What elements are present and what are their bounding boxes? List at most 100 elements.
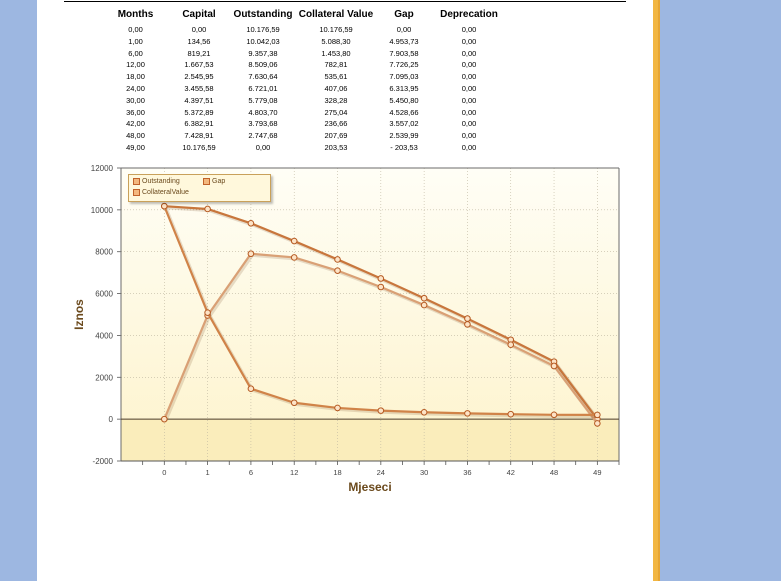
data-point-gap: [464, 321, 471, 328]
legend-label-gap: Gap: [212, 178, 226, 185]
data-point-collateral-value: [247, 385, 255, 393]
data-point-collateral-value: [420, 408, 428, 416]
table-cell: 8.509,06: [248, 60, 278, 70]
x-tick-label: 24: [377, 468, 385, 477]
table-cell: 6.313,95: [389, 83, 419, 93]
col-header-outstanding: Outstanding: [233, 8, 293, 20]
x-tick-label: 49: [593, 468, 601, 477]
table-cell: 203,53: [324, 142, 348, 152]
table-cell: 4.397,51: [184, 95, 214, 105]
x-tick-label: 12: [290, 468, 298, 477]
page-border-shadow: [658, 0, 660, 581]
y-tick-label: 6000: [95, 290, 113, 299]
table-cell: 9.357,38: [248, 48, 278, 58]
table-cell: 0,00: [461, 131, 477, 141]
x-tick-label: 30: [420, 468, 428, 477]
legend-item-collateral-value: CollateralValue: [133, 189, 189, 196]
x-axis-title: Mjeseci: [348, 480, 391, 494]
data-point-gap: [334, 267, 341, 274]
table-cell: 0,00: [461, 95, 477, 105]
table-cell: 18,00: [126, 72, 145, 82]
table-row: 49,00 10.176,59 0,00 203,53 - 203,53 0,00: [102, 142, 505, 154]
data-point-outstanding: [420, 294, 428, 302]
table-cell: 36,00: [126, 107, 145, 117]
table-cell: 328,28: [324, 95, 348, 105]
table-cell: 5.450,80: [389, 95, 419, 105]
line-chart: 12000 10000 8000 6000 4000 2000 0 -2000 0 1 6 12 18 2…: [72, 164, 620, 494]
table-cell: 7.726,25: [389, 60, 419, 70]
x-tick-label: 18: [333, 468, 341, 477]
y-tick-label: 4000: [95, 331, 113, 340]
x-tick-label: 48: [550, 468, 558, 477]
table-cell: 10.042,03: [246, 36, 280, 46]
table-row: 30,00 4.397,51 5.779,08 328,28 5.450,80 0,00: [102, 95, 505, 107]
data-point-gap: [420, 301, 428, 309]
table-row: 36,00 5.372,89 4.803,70 275,04 4.528,66 0,00: [102, 107, 505, 119]
data-point-gap: [247, 250, 255, 258]
table-row: 48,00 7.428,91 2.747,68 207,69 2.539,99 0,00: [102, 130, 505, 142]
table-cell: 3.793,68: [248, 119, 278, 129]
table-cell: 7.428,91: [184, 131, 214, 141]
table-cell: 535,61: [324, 72, 348, 82]
legend-label-outstanding: Outstanding: [142, 178, 180, 185]
y-tick-label: 0: [109, 415, 114, 424]
table-cell: 10.176,59: [182, 142, 216, 152]
table-row: 6,00 819,21 9.357,38 1.453,80 7.903,58 0,00: [102, 48, 505, 60]
table-cell: - 203,53: [390, 142, 418, 152]
table-cell: 3.557,02: [389, 119, 419, 129]
table-cell: 0,00: [461, 25, 477, 34]
legend-label-collateral-value: CollateralValue: [142, 189, 189, 196]
table-row: 42,00 6.382,91 3.793,68 236,66 3.557,02 0,00: [102, 118, 505, 130]
table-cell: 10.176,59: [319, 25, 353, 34]
negative-region: [121, 419, 619, 461]
data-point-gap: [507, 341, 515, 348]
table-cell: 2.545,95: [184, 72, 214, 82]
data-point-collateral-value: [550, 411, 558, 419]
table-cell: 7.095,03: [389, 72, 419, 82]
x-tick-label: 0: [162, 468, 166, 477]
table-row: 24,00 3.455,58 6.721,01 407,06 6.313,95 0,00: [102, 83, 505, 95]
legend-swatch-outstanding: [133, 178, 140, 185]
chart-legend: Outstanding Gap CollateralValue: [128, 174, 271, 202]
table-cell: 275,04: [324, 107, 348, 117]
table-cell: 0,00: [255, 142, 271, 152]
table-row: 1,00 134,56 10.042,03 5.088,30 4.953,73 0,00: [102, 36, 505, 48]
x-tick-label: 42: [507, 468, 515, 477]
table-cell: 5.372,89: [184, 107, 214, 117]
table-cell: 12,00: [126, 60, 145, 70]
col-header-collateral-value: Collateral Value: [298, 8, 374, 20]
y-tick-label: 10000: [91, 206, 114, 215]
data-point-outstanding: [247, 220, 255, 227]
table-cell: 3.455,58: [184, 83, 214, 93]
legend-swatch-collateral-value: [133, 189, 140, 196]
table-cell: 4.528,66: [389, 107, 419, 117]
table-cell: 407,06: [324, 83, 348, 93]
table-cell: 0,00: [191, 25, 207, 34]
col-header-gap: Gap: [394, 8, 414, 20]
table-cell: 0,00: [461, 36, 477, 46]
table-cell: 4.953,73: [389, 36, 419, 46]
table-body: 0,00 0,00 10.176,59 10.176,59 0,00 0,00 1,00 13…: [102, 24, 505, 154]
data-point-outstanding: [290, 237, 298, 245]
x-tick-label: 36: [463, 468, 471, 477]
data-point-gap: [161, 415, 168, 423]
data-point-gap: [377, 283, 385, 291]
data-point-gap: [550, 362, 558, 370]
table-cell: 0,00: [461, 48, 477, 58]
y-tick-label: 8000: [95, 248, 113, 257]
col-header-months: Months: [117, 8, 154, 20]
data-point-collateral-value: [507, 410, 515, 418]
data-point-collateral-value: [290, 399, 298, 407]
table-cell: 5.088,30: [321, 36, 351, 46]
table-cell: 6.721,01: [248, 83, 278, 93]
data-point-collateral-value: [334, 404, 341, 412]
table-cell: 42,00: [126, 119, 145, 129]
table-cell: 236,66: [324, 119, 348, 129]
loan-table: Months Capital Outstanding Collateral Va…: [102, 8, 505, 154]
data-point-gap: [290, 254, 298, 261]
data-point-collateral-value: [161, 202, 168, 210]
data-point-gap: [594, 420, 601, 427]
table-cell: 0,00: [396, 25, 412, 34]
table-row: 0,00 0,00 10.176,59 10.176,59 0,00 0,00: [102, 24, 505, 36]
table-cell: 7.630,64: [248, 72, 278, 82]
